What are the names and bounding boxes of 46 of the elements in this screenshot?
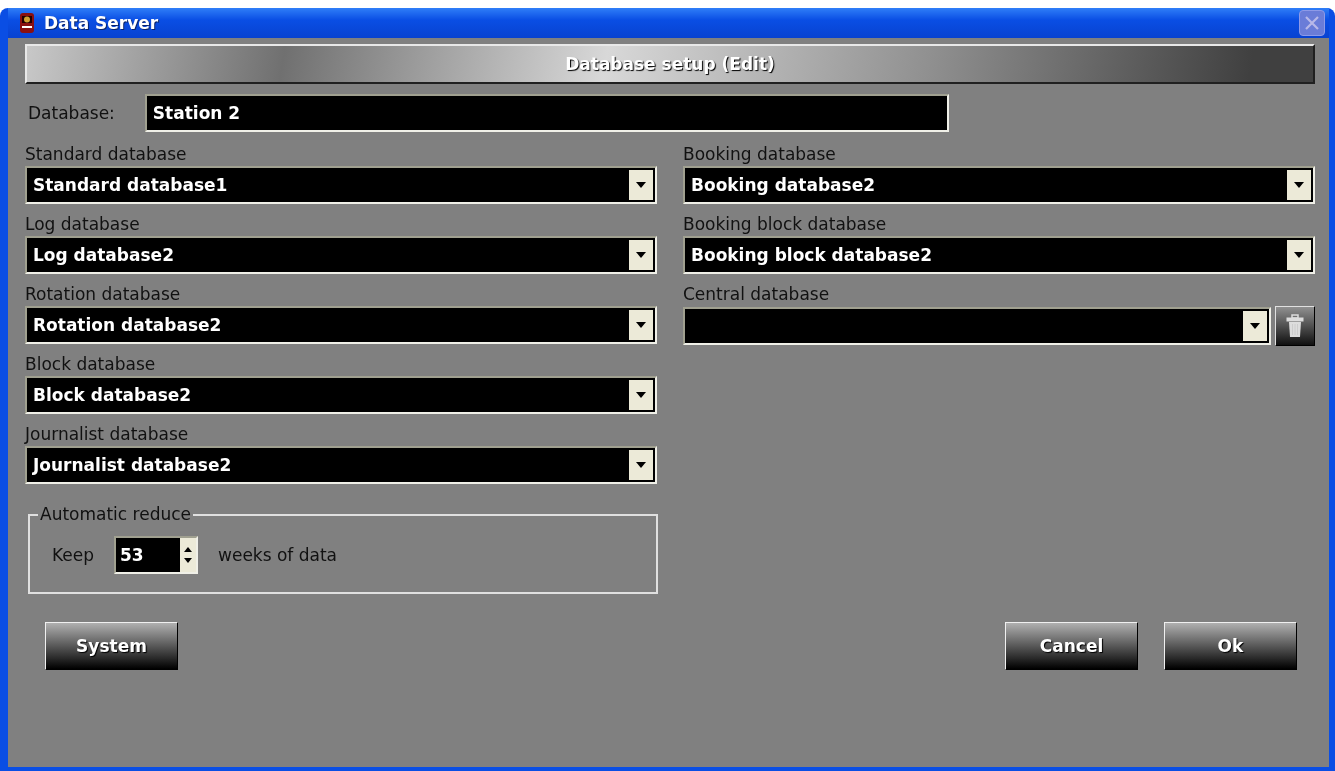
field-label: Journalist database	[25, 424, 190, 444]
field-label: Block database	[25, 354, 157, 374]
dropdown-button[interactable]	[1287, 170, 1311, 200]
dropdown-button[interactable]	[629, 380, 653, 410]
caret-icon	[636, 182, 646, 188]
caret-icon	[1250, 323, 1260, 329]
dropdown-button[interactable]	[629, 450, 653, 480]
dropdown-field[interactable]	[683, 307, 1271, 345]
field-label: Booking database	[683, 144, 837, 164]
dropdown-field[interactable]: Rotation database2	[25, 306, 657, 344]
trash-icon	[1286, 314, 1304, 338]
field-label: Rotation database	[25, 284, 182, 304]
field-label: Database:	[28, 103, 115, 123]
caret-icon	[636, 392, 646, 398]
caret-icon	[636, 462, 646, 468]
field-label: Booking block database	[683, 214, 888, 234]
caret-icon	[1294, 252, 1304, 258]
dropdown-field[interactable]: Booking database2	[683, 166, 1315, 204]
dialog-button[interactable]: System	[45, 622, 178, 670]
dropdown-field[interactable]: Journalist database2	[25, 446, 657, 484]
dialog-button[interactable]: Ok	[1164, 622, 1297, 670]
delete-button[interactable]	[1275, 306, 1315, 346]
dropdown-button[interactable]	[629, 310, 653, 340]
weeks-label: weeks of data	[218, 545, 338, 565]
dropdown-field[interactable]: Booking block database2	[683, 236, 1315, 274]
field-label: Log database	[25, 214, 141, 234]
dropdown-field[interactable]: Standard database1	[25, 166, 657, 204]
caret-icon	[636, 252, 646, 258]
dropdown-field[interactable]: Block database2	[25, 376, 657, 414]
window-title: Data Server	[44, 13, 159, 33]
number-spinner[interactable]: 53	[114, 536, 198, 574]
dialog-button[interactable]: Cancel	[1005, 622, 1138, 670]
dropdown-field[interactable]: Log database2	[25, 236, 657, 274]
dropdown-button[interactable]	[1243, 311, 1267, 341]
header-banner: Database setup (Edit)	[25, 44, 1315, 84]
field-label: Central database	[683, 284, 831, 304]
database-name-field[interactable]: Station 2	[144, 94, 949, 132]
keep-label: Keep	[52, 545, 94, 565]
dropdown-button[interactable]	[1287, 240, 1311, 270]
dropdown-button[interactable]	[629, 170, 653, 200]
app-icon	[18, 12, 36, 34]
dropdown-button[interactable]	[629, 240, 653, 270]
caret-icon	[636, 322, 646, 328]
close-icon	[1304, 15, 1320, 31]
caret-icon	[1294, 182, 1304, 188]
field-label: Standard database	[25, 144, 188, 164]
